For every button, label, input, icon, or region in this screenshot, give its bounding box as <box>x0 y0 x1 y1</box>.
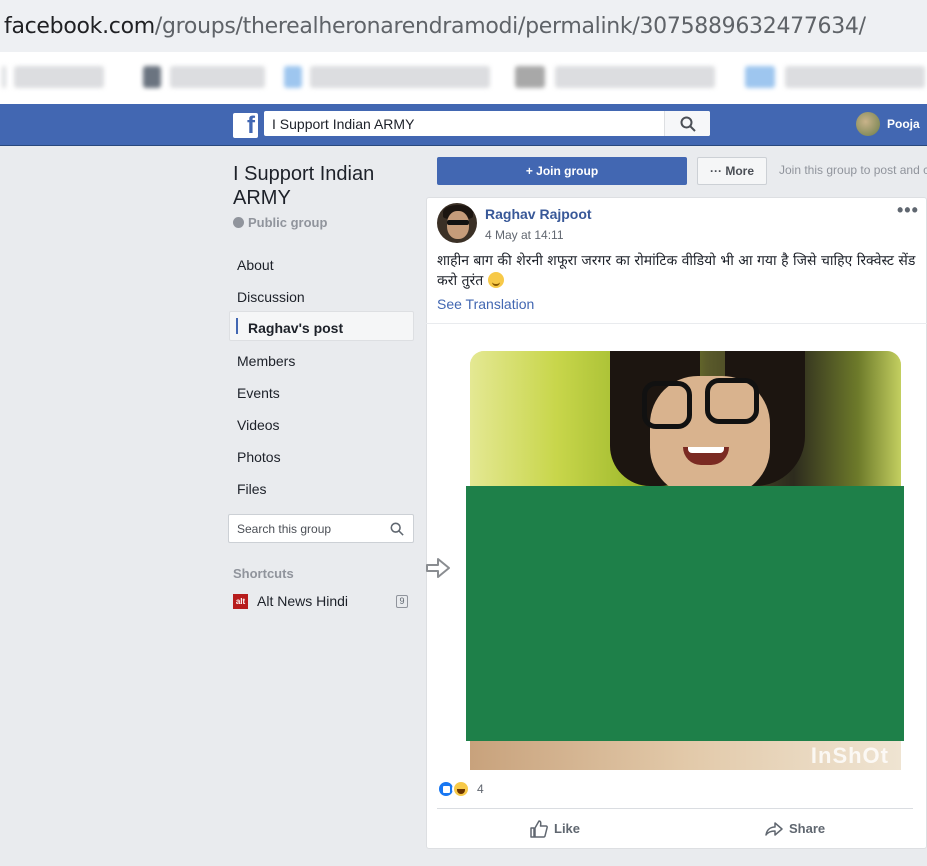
alt-news-logo-icon: alt <box>233 594 248 609</box>
search-button[interactable] <box>664 111 710 136</box>
join-hint-text: Join this group to post and c <box>779 163 927 177</box>
bookmark-blurred[interactable] <box>14 66 104 88</box>
group-search-input[interactable]: Search this group <box>228 514 414 543</box>
bookmark-blurred[interactable] <box>555 66 715 88</box>
bookmark-blurred[interactable] <box>170 66 265 88</box>
post-options-icon[interactable]: ••• <box>897 200 919 221</box>
nav-item-raghavs-post[interactable]: Raghav's post <box>229 311 414 341</box>
facebook-logo-icon[interactable]: f <box>233 112 258 139</box>
nav-item-label: About <box>237 257 274 273</box>
nav-item-label: Events <box>237 385 280 401</box>
smile-emoji-icon <box>487 272 504 288</box>
see-translation-link[interactable]: See Translation <box>437 296 534 312</box>
author-avatar[interactable] <box>437 203 477 243</box>
post-author[interactable]: Raghav Rajpoot <box>485 206 592 222</box>
video-watermark: InShOt <box>810 743 889 768</box>
group-privacy-label: Public group <box>248 215 328 230</box>
search-icon <box>680 116 696 132</box>
divider <box>437 808 913 809</box>
search-value: I Support Indian ARMY <box>272 116 415 132</box>
bookmark-blurred[interactable] <box>284 66 302 88</box>
haha-reaction-icon <box>452 780 470 798</box>
profile-name: Pooja <box>887 117 920 131</box>
url-host: facebook.com <box>4 14 155 39</box>
nav-item-discussion[interactable]: Discussion <box>229 281 414 311</box>
search-icon[interactable] <box>390 522 404 536</box>
nav-item-members[interactable]: Members <box>229 345 414 375</box>
group-title[interactable]: I Support Indian ARMY <box>233 162 413 210</box>
url-text[interactable]: facebook.com/groups/therealheronarendram… <box>4 14 866 39</box>
post-text-content: शाहीन बाग की शेरनी शफूरा जरगर का रोमांटि… <box>437 253 916 289</box>
bookmarks-bar <box>0 52 927 104</box>
facebook-logo-letter: f <box>247 112 255 139</box>
bookmark-blurred[interactable] <box>515 66 545 88</box>
facebook-search-input[interactable]: I Support Indian ARMY <box>264 111 710 136</box>
nav-item-videos[interactable]: Videos <box>229 409 414 439</box>
nav-item-label: Members <box>237 353 296 369</box>
avatar <box>856 112 880 136</box>
nav-item-files[interactable]: Files <box>229 473 414 503</box>
video-glasses-left <box>642 381 692 429</box>
divider <box>426 323 927 324</box>
more-button[interactable]: ··· More <box>697 157 767 185</box>
share-label: Share <box>789 821 826 836</box>
browser-address-bar[interactable]: facebook.com/groups/therealheronarendram… <box>0 0 927 52</box>
shortcut-count-badge: 9 <box>396 595 408 608</box>
nav-item-label: Raghav's post <box>248 320 344 336</box>
share-arrow-icon[interactable] <box>424 554 452 582</box>
globe-icon <box>233 217 244 228</box>
nav-item-label: Discussion <box>237 289 305 305</box>
censor-block <box>466 486 904 741</box>
bookmark-blurred[interactable] <box>2 66 6 88</box>
join-group-button[interactable]: + Join group <box>437 157 687 185</box>
share-icon <box>765 822 783 836</box>
avatar-glasses <box>447 220 469 225</box>
bookmark-blurred[interactable] <box>310 66 490 88</box>
thumbs-up-icon <box>530 820 548 838</box>
group-search-placeholder: Search this group <box>237 522 332 536</box>
like-label: Like <box>554 821 581 836</box>
avatar-face <box>447 211 469 239</box>
nav-item-label: Videos <box>237 417 280 433</box>
shortcuts-heading: Shortcuts <box>233 566 294 581</box>
shortcut-label: Alt News Hindi <box>257 593 349 609</box>
bookmark-blurred[interactable] <box>785 66 925 88</box>
bookmark-blurred[interactable] <box>143 66 161 88</box>
reaction-count: 4 <box>477 782 484 796</box>
url-path: /groups/therealheronarendramodi/permalin… <box>154 14 866 39</box>
nav-item-about[interactable]: About <box>229 249 414 279</box>
nav-item-label: Photos <box>237 449 281 465</box>
bookmark-blurred[interactable] <box>745 66 775 88</box>
video-glasses-right <box>705 378 759 424</box>
nav-item-label: Files <box>237 481 267 497</box>
post-timestamp[interactable]: 4 May at 14:11 <box>485 228 564 242</box>
group-privacy: Public group <box>233 215 327 230</box>
nav-item-events[interactable]: Events <box>229 377 414 407</box>
post-text: शाहीन बाग की शेरनी शफूरा जरगर का रोमांटि… <box>437 251 917 291</box>
nav-item-photos[interactable]: Photos <box>229 441 414 471</box>
shortcut-alt-news-hindi[interactable]: alt Alt News Hindi 9 <box>233 593 411 611</box>
